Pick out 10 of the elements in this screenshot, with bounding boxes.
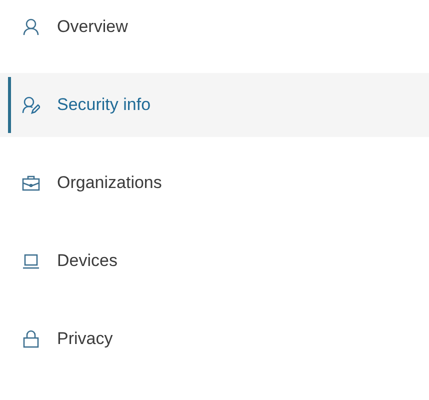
briefcase-icon [22, 174, 40, 192]
nav-item[interactable]: Devices [0, 229, 429, 293]
nav-item[interactable]: Security info [0, 73, 429, 137]
nav-item[interactable]: Privacy [0, 307, 429, 371]
lock-icon [22, 330, 40, 348]
laptop-icon [22, 252, 40, 270]
person-pencil-icon [22, 96, 40, 114]
nav-item[interactable]: Overview [0, 0, 429, 59]
person-icon [22, 18, 40, 36]
nav-item[interactable]: Organizations [0, 151, 429, 215]
